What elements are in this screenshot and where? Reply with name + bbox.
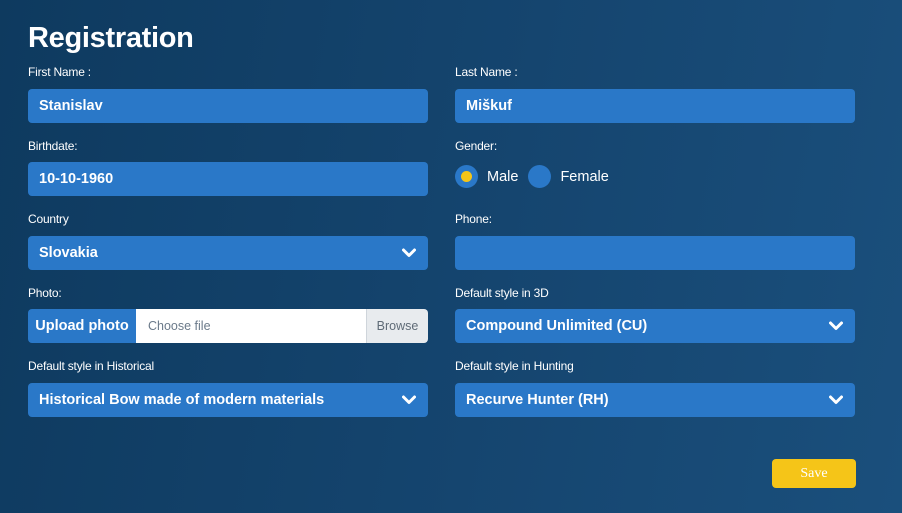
birthdate-value: 10-10-1960 xyxy=(39,171,114,187)
style-historical-value: Historical Bow made of modern materials xyxy=(39,392,325,408)
style-hunting-value: Recurve Hunter (RH) xyxy=(466,392,609,408)
last-name-value: Miškuf xyxy=(466,98,512,114)
style-hunting-select[interactable]: Recurve Hunter (RH) xyxy=(455,383,855,417)
chevron-down-icon xyxy=(829,393,843,407)
gender-female-label: Female xyxy=(560,168,609,185)
style-3d-select[interactable]: Compound Unlimited (CU) xyxy=(455,309,855,343)
country-label: Country xyxy=(28,212,69,226)
gender-male-radio[interactable]: Male xyxy=(455,165,518,188)
radio-dot xyxy=(461,171,472,182)
chevron-down-icon xyxy=(829,319,843,333)
phone-label: Phone: xyxy=(455,212,492,226)
birthdate-label: Birthdate: xyxy=(28,139,78,153)
gender-label: Gender: xyxy=(455,139,497,153)
style-historical-label: Default style in Historical xyxy=(28,359,154,373)
radio-selected-icon xyxy=(455,165,478,188)
gender-radio-group: Male Female xyxy=(455,165,619,188)
style-3d-value: Compound Unlimited (CU) xyxy=(466,318,648,334)
gender-female-radio[interactable]: Female xyxy=(528,165,609,188)
last-name-field[interactable]: Miškuf xyxy=(455,89,855,123)
birthdate-field[interactable]: 10-10-1960 xyxy=(28,162,428,196)
chevron-down-icon xyxy=(402,393,416,407)
save-button[interactable]: Save xyxy=(772,459,856,488)
style-historical-select[interactable]: Historical Bow made of modern materials xyxy=(28,383,428,417)
style-hunting-label: Default style in Hunting xyxy=(455,359,574,373)
last-name-label: Last Name : xyxy=(455,65,518,79)
gender-male-label: Male xyxy=(487,168,519,185)
file-input[interactable]: Choose file xyxy=(136,309,366,343)
page-title: Registration xyxy=(28,22,194,54)
radio-unselected-icon xyxy=(528,165,552,188)
style-3d-label: Default style in 3D xyxy=(455,286,549,300)
chevron-down-icon xyxy=(402,246,416,260)
phone-field[interactable] xyxy=(455,236,855,270)
photo-label: Photo: xyxy=(28,286,62,300)
browse-button[interactable]: Browse xyxy=(366,309,428,343)
upload-photo-button[interactable]: Upload photo xyxy=(28,309,136,343)
photo-upload: Upload photo Choose file Browse xyxy=(28,309,428,343)
country-value: Slovakia xyxy=(39,245,98,261)
country-select[interactable]: Slovakia xyxy=(28,236,428,270)
first-name-value: Stanislav xyxy=(39,98,103,114)
first-name-field[interactable]: Stanislav xyxy=(28,89,428,123)
first-name-label: First Name : xyxy=(28,65,91,79)
